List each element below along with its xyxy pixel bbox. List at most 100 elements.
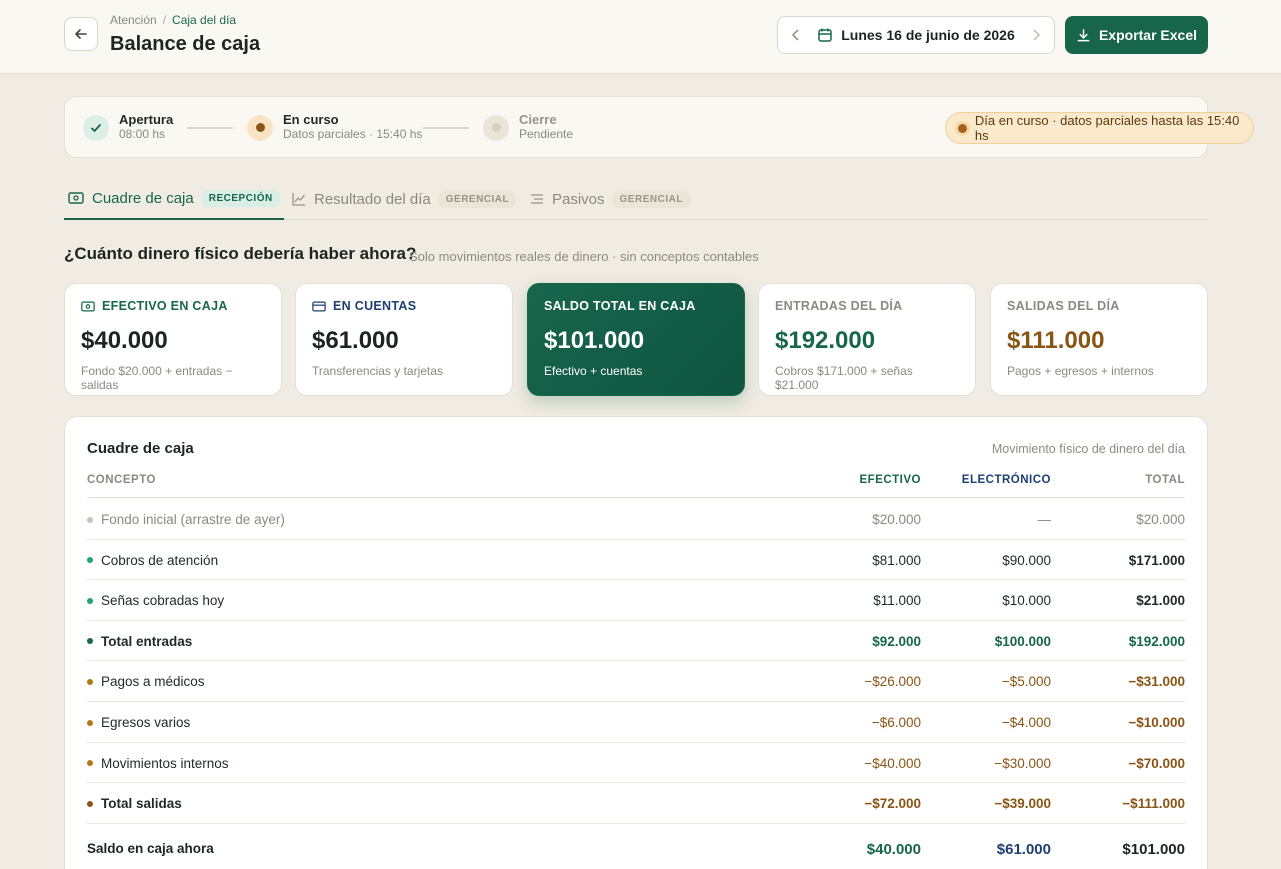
step-en-curso: En curso Datos parciales · 15:40 hs xyxy=(247,113,422,142)
footer-electronico: $61.000 xyxy=(996,840,1051,858)
cell-total: −$111.000 xyxy=(1122,796,1185,812)
cell-total: −$10.000 xyxy=(1128,715,1185,730)
step-connector xyxy=(423,127,469,129)
metric-card-entradas: ENTRADAS DEL DÍA $192.000 Cobros $171.00… xyxy=(758,283,976,396)
cell-efectivo: $11.000 xyxy=(873,593,921,609)
card-title: ENTRADAS DEL DÍA xyxy=(775,299,903,313)
metric-card-cuentas: EN CUENTAS $61.000 Transferencias y tarj… xyxy=(295,283,513,396)
cell-electronico: — xyxy=(1037,512,1052,527)
cell-total: $21.000 xyxy=(1136,593,1185,609)
cell-total: $20.000 xyxy=(1136,512,1185,527)
row-concept: Pagos a médicos xyxy=(87,674,205,689)
step-label: Apertura xyxy=(119,112,174,127)
footer-total: $101.000 xyxy=(1122,840,1185,858)
prev-day-button[interactable] xyxy=(778,17,814,53)
table-header: CONCEPTO EFECTIVO ELECTRÓNICO TOTAL xyxy=(87,473,1185,498)
cell-efectivo: $92.000 xyxy=(872,633,921,649)
top-bar: Atención / Caja del día Balance de caja Lu… xyxy=(0,0,1281,74)
row-concept-label: Movimientos internos xyxy=(101,755,229,771)
table-row: Señas cobradas hoy $11.000 $10.000 $21.000 xyxy=(87,580,1185,621)
row-concept-label: Cobros de atención xyxy=(101,552,219,568)
cell-efectivo: −$6.000 xyxy=(871,715,921,730)
step-connector xyxy=(187,127,233,129)
tab-resultado-del-dia[interactable]: Resultado del día GERENCIAL xyxy=(292,178,517,220)
table-row: Movimientos internos −$40.000 −$30.000 −$70… xyxy=(87,743,1185,784)
tab-badge: GERENCIAL xyxy=(438,190,517,208)
table-row: Cobros de atención $81.000 $90.000 $171.000 xyxy=(87,540,1185,581)
table-footer-row: Saldo en caja ahora $40.000 $61.000 $101.00… xyxy=(87,824,1185,869)
tab-label: Pasivos xyxy=(552,190,605,208)
card-title: EN CUENTAS xyxy=(333,299,417,313)
card-value: $192.000 xyxy=(775,327,876,354)
pending-dot-icon xyxy=(483,114,509,141)
card-sub: Efectivo + cuentas xyxy=(544,364,643,378)
download-icon xyxy=(1077,28,1090,41)
table-row: Egresos varios −$6.000 −$4.000 −$10.000 xyxy=(87,702,1185,743)
metric-card-salidas: SALIDAS DEL DÍA $111.000 Pagos + egresos… xyxy=(990,283,1208,396)
step-sub: Datos parciales · 15:40 hs xyxy=(283,127,423,141)
tab-cuadre-de-caja[interactable]: Cuadre de caja RECEPCIÓN xyxy=(64,178,284,220)
date-label: Lunes 16 de junio de 2026 xyxy=(841,27,1015,43)
footer-efectivo: $40.000 xyxy=(866,840,921,858)
row-concept: Total salidas xyxy=(87,796,182,811)
tab-label: Resultado del día xyxy=(314,190,431,208)
step-sub: 08:00 hs xyxy=(119,127,166,141)
row-bullet xyxy=(87,597,93,604)
row-bullet xyxy=(87,557,93,564)
card-sub: Cobros $171.000 + señas $21.000 xyxy=(775,364,913,392)
table-row: Total entradas $92.000 $100.000 $192.000 xyxy=(87,621,1185,662)
row-concept: Total entradas xyxy=(87,634,192,649)
row-concept-label: Egresos varios xyxy=(101,715,191,730)
cell-efectivo: −$26.000 xyxy=(864,674,921,690)
metric-card-efectivo: EFECTIVO EN CAJA $40.000 Fondo $20.000 +… xyxy=(64,283,282,396)
tab-bar: Cuadre de caja RECEPCIÓN Resultado del d… xyxy=(64,178,1208,220)
export-excel-button[interactable]: Exportar Excel xyxy=(1065,16,1208,54)
breadcrumb-separator: / xyxy=(162,13,167,27)
section-title: ¿Cuánto dinero físico debería haber ahor… xyxy=(64,244,417,263)
step-apertura: Apertura 08:00 hs xyxy=(83,113,173,142)
chart-icon xyxy=(292,193,306,206)
progress-dot-icon xyxy=(247,114,273,141)
row-bullet xyxy=(87,516,93,523)
tab-pasivos[interactable]: Pasivos GERENCIAL xyxy=(530,178,690,220)
calendar-icon xyxy=(818,28,832,42)
row-concept-label: Fondo inicial (arrastre de ayer) xyxy=(101,512,285,527)
status-pill-text: Día en curso · datos parciales hasta las… xyxy=(974,113,1240,143)
step-sub: Pendiente xyxy=(519,127,574,141)
cell-efectivo: $20.000 xyxy=(872,512,921,527)
row-concept: Cobros de atención xyxy=(87,553,218,568)
footer-concept: Saldo en caja ahora xyxy=(87,840,214,856)
date-picker: Lunes 16 de junio de 2026 xyxy=(777,16,1055,54)
row-concept: Fondo inicial (arrastre de ayer) xyxy=(87,512,285,527)
row-bullet xyxy=(87,800,93,807)
row-bullet xyxy=(87,638,93,645)
cell-electronico: −$5.000 xyxy=(1001,674,1051,690)
step-cierre: Cierre Pendiente xyxy=(483,113,573,142)
row-bullet xyxy=(87,760,93,767)
breadcrumb-item-caja: Caja del día xyxy=(172,13,237,27)
card-value: $111.000 xyxy=(1007,327,1105,354)
header-concepto: CONCEPTO xyxy=(87,474,156,486)
header-efectivo: EFECTIVO xyxy=(859,474,921,486)
card-title: EFECTIVO EN CAJA xyxy=(102,299,228,313)
row-concept: Señas cobradas hoy xyxy=(87,593,224,608)
back-button[interactable] xyxy=(64,17,98,51)
card-sub: Fondo $20.000 + entradas − salidas xyxy=(81,364,233,392)
date-display[interactable]: Lunes 16 de junio de 2026 xyxy=(814,27,1018,43)
chevron-right-icon xyxy=(1033,29,1041,41)
card-value: $101.000 xyxy=(544,327,645,354)
cell-total: $192.000 xyxy=(1128,633,1185,649)
cell-electronico: $90.000 xyxy=(1002,552,1051,568)
tab-badge: GERENCIAL xyxy=(612,190,690,208)
chevron-left-icon xyxy=(791,29,799,41)
cell-electronico: $10.000 xyxy=(1002,593,1051,609)
row-bullet xyxy=(87,678,93,685)
day-status-pill: Día en curso · datos parciales hasta las… xyxy=(945,112,1254,144)
status-dot-icon xyxy=(958,123,967,133)
cell-electronico: −$4.000 xyxy=(1001,715,1051,730)
check-icon xyxy=(83,114,109,141)
cell-electronico: $100.000 xyxy=(994,633,1051,649)
card-value: $40.000 xyxy=(81,327,168,354)
breadcrumb-item-atencion[interactable]: Atención xyxy=(110,13,157,27)
next-day-button[interactable] xyxy=(1018,17,1054,53)
